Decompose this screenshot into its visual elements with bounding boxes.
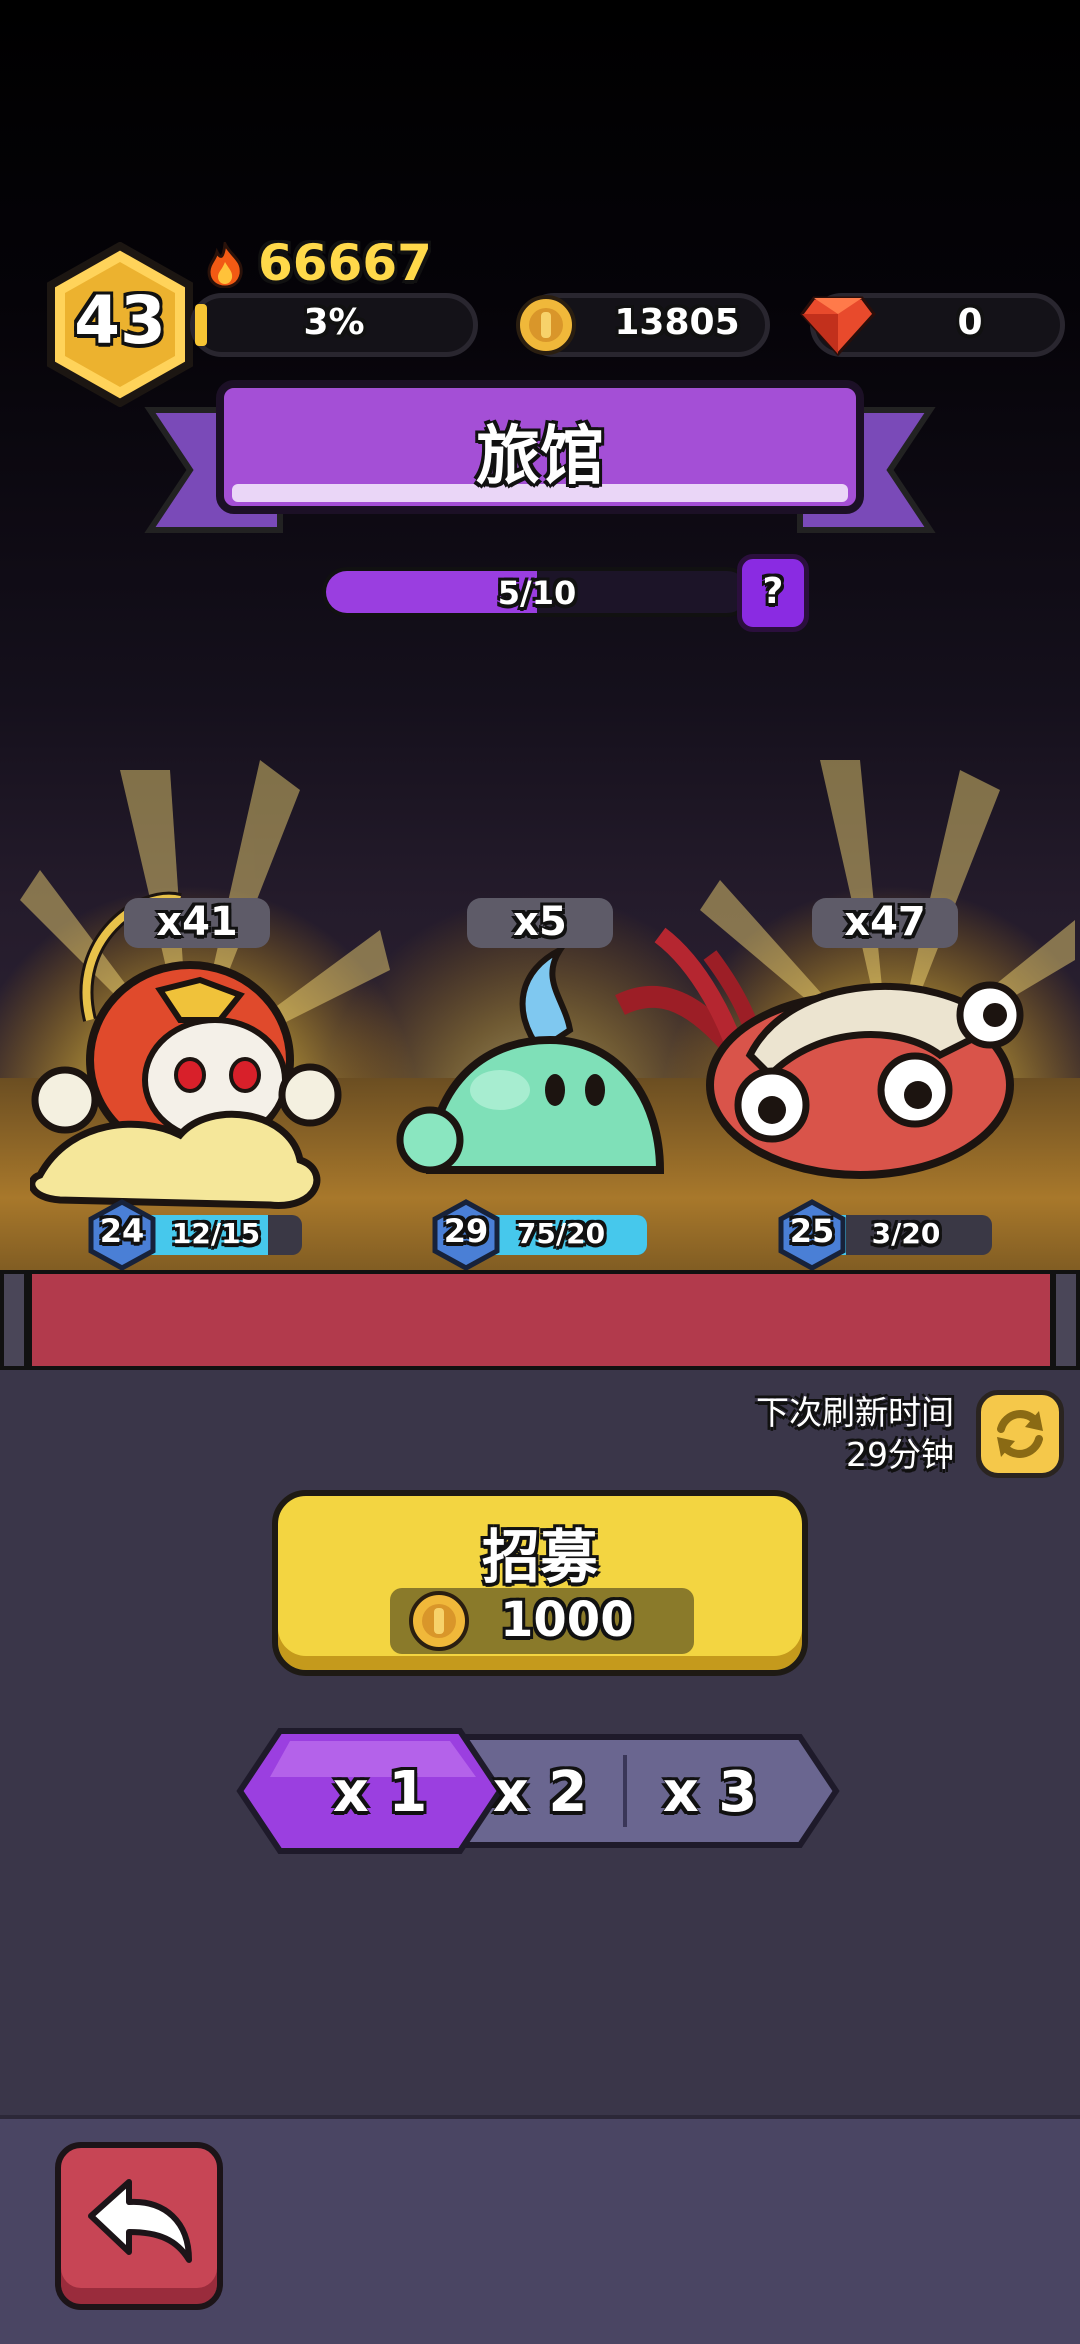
multiplier-x3[interactable]: x 3 [630,1760,790,1825]
gem-value: 0 [957,302,983,343]
recruit-cost: 1000 [390,1588,694,1654]
creature-level: 29 [443,1212,489,1250]
refresh-button[interactable] [976,1390,1064,1478]
squid-creature-icon[interactable] [600,915,1040,1205]
xp-percent: 3% [303,302,365,343]
coin-icon [409,1591,469,1651]
slot-edge-left [0,1270,28,1370]
hero-slot-bar [28,1270,1054,1370]
recruit-button[interactable]: 招募 1000 [272,1490,808,1676]
xp-bar: 3% [190,293,478,357]
multiplier-x2[interactable]: x 2 [460,1760,620,1825]
recruit-cost-value: 1000 [500,1592,634,1648]
back-arrow-icon [88,2179,192,2263]
back-button[interactable] [55,2142,223,2310]
inn-progress-label: 5/10 [497,574,577,612]
refresh-timer: 下次刷新时间 29分钟 [756,1392,954,1476]
creature-level: 25 [789,1212,835,1250]
page-title: 旅馆 [476,420,604,494]
creature-level: 24 [99,1212,145,1250]
coin-icon [516,295,576,355]
refresh-icon [997,1410,1043,1458]
flame-icon [207,242,243,288]
slot-edge-right [1052,1270,1080,1370]
refresh-label: 下次刷新时间 [756,1393,954,1432]
inn-progress-bar: 5/10 [322,567,752,617]
help-button[interactable]: ? [737,554,809,632]
gem-icon [800,296,876,357]
player-level: 43 [74,282,166,359]
recruit-label: 招募 [481,1523,598,1591]
creature-count: x5 [467,898,613,948]
creature-count: x41 [124,898,270,948]
multiplier-x1[interactable]: x 1 [300,1760,460,1825]
power-value: 66667 [258,234,432,292]
coin-value: 13805 [614,302,740,343]
refresh-time: 29分钟 [846,1435,954,1474]
creature-count: x47 [812,898,958,948]
